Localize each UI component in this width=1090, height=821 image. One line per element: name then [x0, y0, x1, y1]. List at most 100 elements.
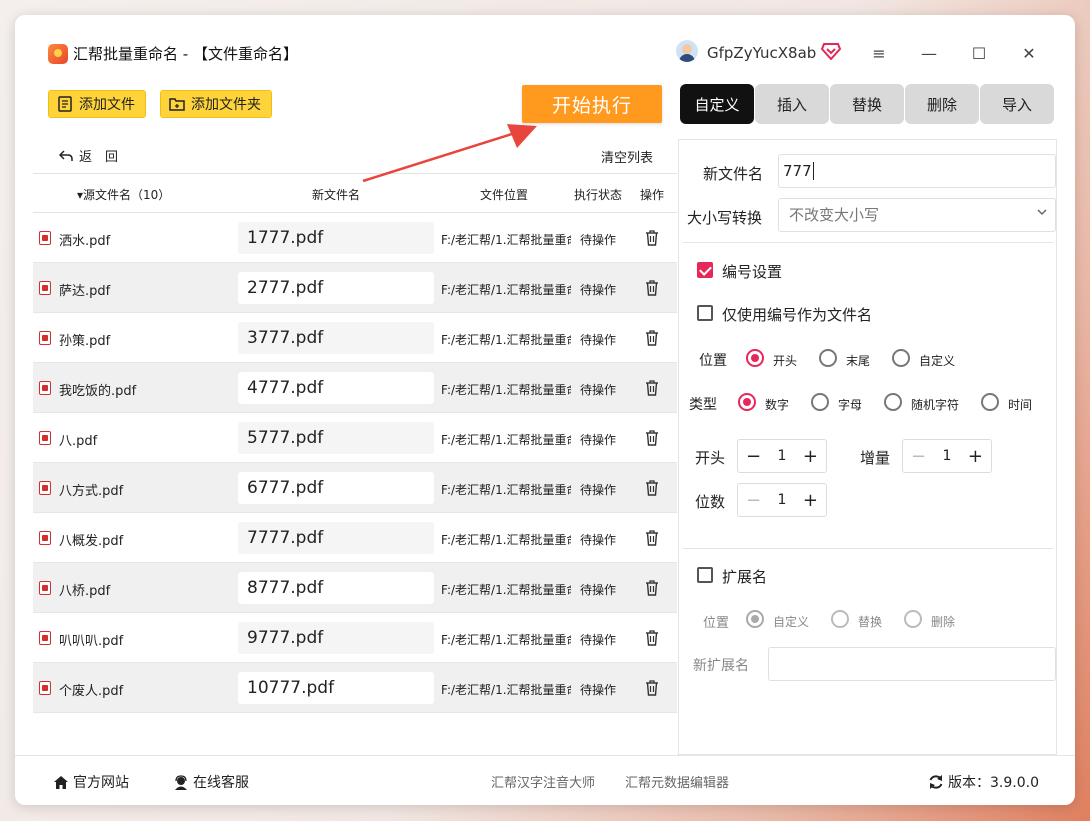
- new-filename[interactable]: 9777.pdf: [238, 622, 434, 654]
- user-avatar[interactable]: [676, 40, 698, 62]
- digits-value: 1: [777, 492, 787, 508]
- step-value: 1: [942, 448, 952, 464]
- support-link[interactable]: 在线客服: [173, 772, 249, 792]
- version-info[interactable]: 版本：3.9.0.0: [928, 772, 1039, 792]
- add-file-label: 添加文件: [79, 97, 135, 113]
- source-filename: 八方式.pdf: [59, 484, 124, 499]
- close-button[interactable]: ✕: [1018, 42, 1040, 64]
- minus-icon[interactable]: −: [746, 446, 761, 467]
- pdf-file-icon: [39, 681, 51, 695]
- new-filename[interactable]: 7777.pdf: [238, 522, 434, 554]
- start-execute-button[interactable]: 开始执行: [522, 85, 662, 123]
- ext-checkbox[interactable]: [697, 567, 713, 583]
- maximize-button[interactable]: ☐: [968, 42, 990, 64]
- ext-radio-replace[interactable]: [831, 610, 849, 628]
- minus-icon[interactable]: −: [746, 490, 761, 511]
- website-label: 官方网站: [73, 775, 129, 791]
- source-filename: 个废人.pdf: [59, 684, 124, 699]
- table-row[interactable]: 八概发.pdf 7777.pdf F:/老汇帮/1.汇帮批量重命名待操作: [33, 513, 677, 563]
- file-location: F:/老汇帮/1.汇帮批量重命名: [441, 433, 571, 447]
- type-radio-time[interactable]: [981, 393, 999, 411]
- new-filename[interactable]: 5777.pdf: [238, 422, 434, 454]
- table-row[interactable]: 萨达.pdf 2777.pdf F:/老汇帮/1.汇帮批量重命名待操作: [33, 263, 677, 313]
- version-label: 版本：3.9.0.0: [948, 775, 1039, 791]
- table-row[interactable]: 叭叭叭.pdf 9777.pdf F:/老汇帮/1.汇帮批量重命名待操作: [33, 613, 677, 663]
- settings-panel: 新文件名 777 大小写转换 不改变大小写 编号设置 仅使用编号作为文件名 位置…: [678, 139, 1057, 755]
- ext-radio-delete[interactable]: [904, 610, 922, 628]
- new-filename[interactable]: 3777.pdf: [238, 322, 434, 354]
- new-filename[interactable]: 4777.pdf: [238, 372, 434, 404]
- position-radio-start[interactable]: [746, 349, 764, 367]
- website-link[interactable]: 官方网站: [53, 772, 129, 792]
- position-radio-custom[interactable]: [892, 349, 910, 367]
- only-number-checkbox[interactable]: [697, 305, 713, 321]
- metadata-editor-link[interactable]: 汇帮元数据编辑器: [625, 772, 729, 791]
- vip-diamond-icon[interactable]: [821, 42, 841, 60]
- tab-insert[interactable]: 插入: [755, 84, 829, 124]
- new-filename[interactable]: 10777.pdf: [238, 672, 434, 704]
- position-radio-end[interactable]: [819, 349, 837, 367]
- new-filename[interactable]: 1777.pdf: [238, 222, 434, 254]
- plus-icon[interactable]: +: [803, 446, 818, 467]
- clear-list-button[interactable]: 清空列表: [601, 147, 653, 166]
- ext-radio-custom[interactable]: [746, 610, 764, 628]
- plus-icon[interactable]: +: [968, 446, 983, 467]
- digits-stepper[interactable]: − 1 +: [737, 483, 827, 517]
- minimize-button[interactable]: —: [918, 42, 940, 64]
- refresh-icon: [929, 775, 943, 789]
- trash-icon[interactable]: [645, 330, 659, 346]
- start-value: 1: [777, 448, 787, 464]
- pdf-file-icon: [39, 381, 51, 395]
- type-radio-letter[interactable]: [811, 393, 829, 411]
- trash-icon[interactable]: [645, 480, 659, 496]
- username[interactable]: GfpZyYucX8ab: [707, 44, 816, 62]
- trash-icon[interactable]: [645, 280, 659, 296]
- position-option-start: 开头: [773, 354, 798, 368]
- table-row[interactable]: 洒水.pdf 1777.pdf F:/老汇帮/1.汇帮批量重命名待操作: [33, 213, 677, 263]
- trash-icon[interactable]: [645, 380, 659, 396]
- tab-delete[interactable]: 删除: [905, 84, 979, 124]
- new-filename[interactable]: 6777.pdf: [238, 472, 434, 504]
- tab-import[interactable]: 导入: [980, 84, 1054, 124]
- trash-icon[interactable]: [645, 230, 659, 246]
- table-row[interactable]: 我吃饭的.pdf 4777.pdf F:/老汇帮/1.汇帮批量重命名待操作: [33, 363, 677, 413]
- app-window: 汇帮批量重命名 - 【文件重命名】 GfpZyYucX8ab ≡ — ☐ ✕ 添…: [15, 15, 1075, 805]
- type-radio-number[interactable]: [738, 393, 756, 411]
- back-button[interactable]: 返 回: [59, 146, 118, 165]
- add-folder-button[interactable]: 添加文件夹: [160, 90, 272, 118]
- newname-input[interactable]: 777: [778, 154, 1056, 188]
- tab-replace[interactable]: 替换: [830, 84, 904, 124]
- source-filename: 孙策.pdf: [59, 334, 111, 349]
- type-radio-random[interactable]: [884, 393, 902, 411]
- table-row[interactable]: 个废人.pdf 10777.pdf F:/老汇帮/1.汇帮批量重命名待操作: [33, 663, 677, 713]
- case-select[interactable]: 不改变大小写: [778, 198, 1056, 232]
- divider: [683, 548, 1053, 549]
- pdf-file-icon: [39, 281, 51, 295]
- support-label: 在线客服: [193, 775, 249, 791]
- pinyin-tool-link[interactable]: 汇帮汉字注音大师: [491, 772, 595, 791]
- menu-button[interactable]: ≡: [868, 42, 890, 64]
- table-row[interactable]: 八方式.pdf 6777.pdf F:/老汇帮/1.汇帮批量重命名待操作: [33, 463, 677, 513]
- trash-icon[interactable]: [645, 630, 659, 646]
- table-row[interactable]: 孙策.pdf 3777.pdf F:/老汇帮/1.汇帮批量重命名待操作: [33, 313, 677, 363]
- minus-icon[interactable]: −: [911, 446, 926, 467]
- numbering-checkbox[interactable]: [697, 262, 713, 278]
- new-filename[interactable]: 2777.pdf: [238, 272, 434, 304]
- source-filename: 八概发.pdf: [59, 534, 124, 549]
- divider: [683, 242, 1053, 243]
- col-source[interactable]: ▾源文件名（10）: [77, 186, 170, 203]
- plus-icon[interactable]: +: [803, 490, 818, 511]
- add-file-button[interactable]: 添加文件: [48, 90, 146, 118]
- start-stepper[interactable]: − 1 +: [737, 439, 827, 473]
- step-stepper[interactable]: − 1 +: [902, 439, 992, 473]
- trash-icon[interactable]: [645, 430, 659, 446]
- type-option-random: 随机字符: [911, 398, 960, 412]
- new-ext-input[interactable]: [768, 647, 1056, 681]
- trash-icon[interactable]: [645, 530, 659, 546]
- tab-custom[interactable]: 自定义: [680, 84, 754, 124]
- new-filename[interactable]: 8777.pdf: [238, 572, 434, 604]
- table-row[interactable]: 八.pdf 5777.pdf F:/老汇帮/1.汇帮批量重命名待操作: [33, 413, 677, 463]
- table-row[interactable]: 八桥.pdf 8777.pdf F:/老汇帮/1.汇帮批量重命名待操作: [33, 563, 677, 613]
- trash-icon[interactable]: [645, 580, 659, 596]
- trash-icon[interactable]: [645, 680, 659, 696]
